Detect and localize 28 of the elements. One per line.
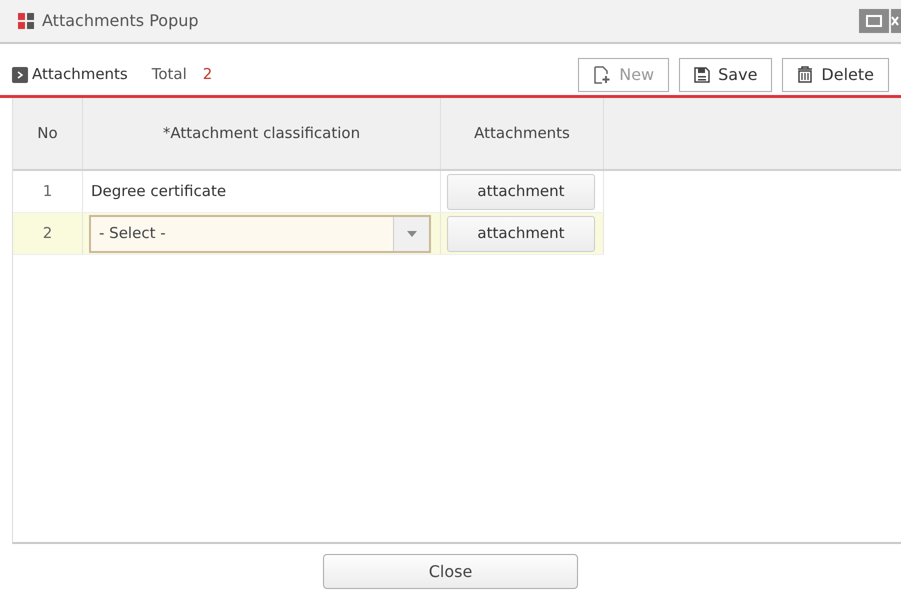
close-window-button[interactable] [891, 9, 901, 33]
app-logo-icon [18, 13, 34, 29]
attachment-button[interactable]: attachment [447, 174, 595, 210]
save-icon [694, 66, 710, 82]
column-header: Attachments [474, 123, 570, 144]
attachment-button[interactable]: attachment [447, 216, 595, 252]
save-button[interactable]: Save [679, 58, 772, 92]
close-icon [891, 15, 899, 27]
delete-button[interactable]: Delete [782, 58, 889, 92]
table-cell-text: Degree certificate [91, 181, 226, 202]
close-button[interactable]: Close [323, 554, 578, 589]
row-number: 1 [42, 181, 52, 202]
new-file-icon [593, 66, 612, 84]
table-row[interactable]: 2 - Select - attachment [13, 213, 604, 255]
dropdown-arrow-icon [406, 230, 416, 236]
table-row[interactable]: 1 Degree certificate attachment [13, 171, 604, 213]
column-header: *Attachment classification [162, 123, 360, 144]
total-label: Total [152, 64, 187, 86]
window-title: Attachments Popup [42, 10, 199, 32]
column-header: No [37, 123, 58, 144]
maximize-icon [866, 15, 882, 27]
total-count: 2 [202, 64, 212, 86]
row-number: 2 [42, 223, 52, 244]
select-field[interactable]: - Select - [89, 214, 431, 252]
section-title: Attachments [32, 64, 128, 86]
trash-icon [797, 66, 814, 83]
maximize-button[interactable] [859, 9, 889, 33]
chevron-icon [12, 66, 28, 82]
